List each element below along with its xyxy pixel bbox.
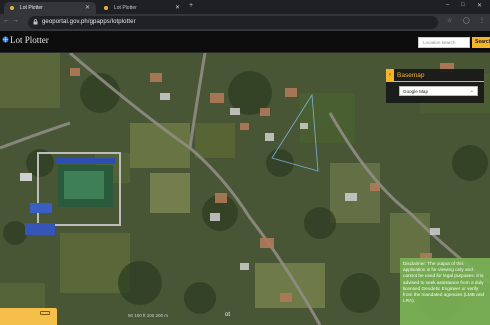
forward-icon[interactable]: → <box>12 17 19 24</box>
close-tab-icon[interactable]: ✕ <box>175 4 180 11</box>
scale-bar: 50 100 ft 100 200 m <box>128 313 169 318</box>
plus-icon[interactable]: + <box>189 2 193 9</box>
basemap-selected-value: Google Map <box>403 89 429 94</box>
close-window-icon[interactable]: ✕ <box>477 2 482 9</box>
browser-tab-active[interactable]: Lot Plotter ✕ <box>4 2 96 14</box>
star-icon[interactable]: ☆ <box>447 17 452 24</box>
browser-tab-bar: Lot Plotter ✕ Lot Plotter ✕ + – □ ✕ <box>0 0 490 14</box>
tab-title: Lot Plotter <box>114 5 137 11</box>
minimize-icon[interactable]: – <box>446 2 449 8</box>
browser-toolbar: ← → geoportal.gov.ph/gpapps/lotplotter ☆… <box>0 14 490 31</box>
browser-tab-inactive[interactable]: Lot Plotter ✕ <box>98 2 186 14</box>
profile-icon[interactable]: ◯ <box>463 17 470 24</box>
basemap-panel: ‹ Basemap Google Map ⌄ <box>386 69 484 103</box>
tab-title: Lot Plotter <box>20 5 43 11</box>
chevron-down-icon: ⌄ <box>469 88 474 94</box>
app-header: Lot Plotter Location search Search <box>0 31 490 53</box>
panel-icon <box>40 311 50 315</box>
lot-tab-label[interactable]: ot <box>225 312 230 318</box>
menu-icon[interactable]: ⋮ <box>479 17 485 24</box>
location-search-input[interactable]: Location search <box>418 37 470 48</box>
satellite-map[interactable]: ‹ Basemap Google Map ⌄ Disclaimer: The o… <box>0 53 490 325</box>
toggle-panel-button[interactable] <box>0 308 57 325</box>
favicon-icon <box>104 6 108 10</box>
address-bar[interactable]: geoportal.gov.ph/gpapps/lotplotter <box>28 16 438 29</box>
app-logo-icon <box>2 36 9 43</box>
search-button[interactable]: Search <box>472 37 490 48</box>
basemap-select[interactable]: Google Map ⌄ <box>399 86 478 96</box>
app-title: Lot Plotter <box>10 35 49 45</box>
favicon-icon <box>10 6 14 10</box>
maximize-icon[interactable]: □ <box>461 2 465 8</box>
site-info-icon[interactable] <box>33 19 38 25</box>
chevron-left-icon[interactable]: ‹ <box>386 69 394 81</box>
basemap-label: Basemap <box>397 72 425 79</box>
back-icon[interactable]: ← <box>3 17 10 24</box>
basemap-header[interactable]: ‹ Basemap <box>386 69 484 82</box>
url-text: geoportal.gov.ph/gpapps/lotplotter <box>42 19 136 25</box>
close-tab-icon[interactable]: ✕ <box>85 4 90 11</box>
disclaimer-box: Disclaimer: The output of this applicati… <box>400 258 490 325</box>
